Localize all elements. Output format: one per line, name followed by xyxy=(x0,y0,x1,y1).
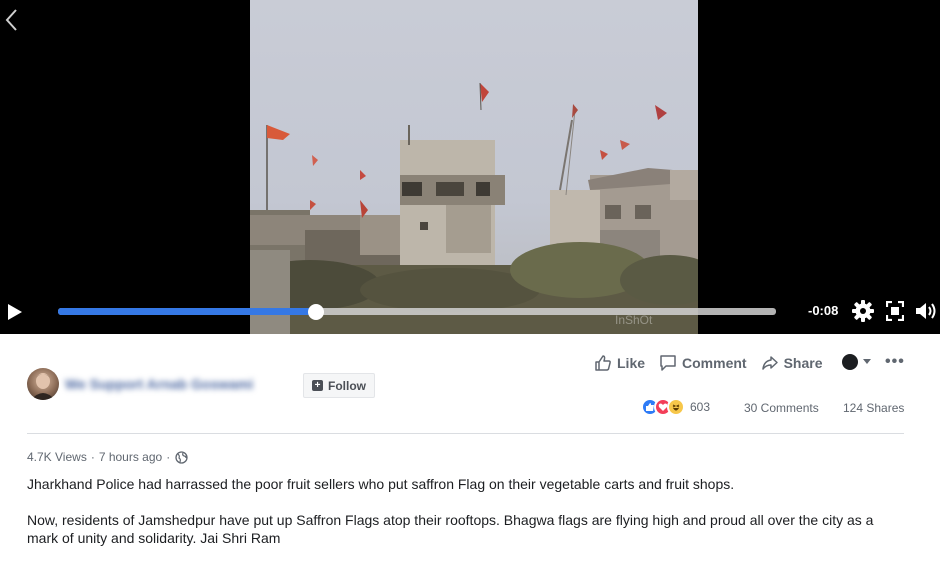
view-count: 4.7K Views xyxy=(27,450,87,464)
share-label: Share xyxy=(783,355,823,371)
shares-count-link[interactable]: 124 Shares xyxy=(843,401,904,415)
like-button[interactable]: Like xyxy=(594,354,645,372)
comment-button[interactable]: Comment xyxy=(659,354,747,372)
post-meta: 4.7K Views · 7 hours ago · xyxy=(27,450,188,464)
comment-label: Comment xyxy=(682,355,747,371)
more-options-icon[interactable]: ••• xyxy=(885,353,905,371)
video-player[interactable]: InShOt -0:08 xyxy=(0,0,940,334)
volume-icon[interactable] xyxy=(914,300,938,322)
progress-bar[interactable] xyxy=(58,304,776,320)
video-scene: InShOt xyxy=(250,82,698,334)
globe-icon[interactable] xyxy=(175,450,188,464)
plus-icon: + xyxy=(312,380,323,391)
chevron-down-icon xyxy=(863,359,871,364)
reactions-summary[interactable]: 603 xyxy=(641,398,710,416)
separator: · xyxy=(90,450,95,464)
haha-reaction-icon xyxy=(667,398,685,416)
avatar-small xyxy=(842,354,858,370)
reaction-count: 603 xyxy=(690,400,711,414)
page-name-link[interactable]: We Support Arnab Goswami xyxy=(65,376,253,392)
separator: · xyxy=(166,450,171,464)
comment-icon xyxy=(660,355,676,371)
progress-handle[interactable] xyxy=(308,304,325,320)
divider xyxy=(27,433,904,434)
post-text-paragraph: Now, residents of Jamshedpur have put up… xyxy=(27,512,874,546)
share-icon xyxy=(761,356,778,370)
fullscreen-icon[interactable] xyxy=(886,301,904,321)
video-frame: InShOt xyxy=(250,0,698,334)
page-avatar[interactable] xyxy=(27,368,59,400)
follow-label: Follow xyxy=(328,378,366,393)
post-text-paragraph: Jharkhand Police had harrassed the poor … xyxy=(27,476,735,492)
post-timestamp[interactable]: 7 hours ago xyxy=(99,450,162,464)
play-icon[interactable] xyxy=(6,302,24,322)
share-button[interactable]: Share xyxy=(761,354,823,372)
gear-icon[interactable] xyxy=(852,300,874,322)
progress-fill xyxy=(58,308,317,315)
like-icon xyxy=(595,355,611,371)
back-icon[interactable] xyxy=(2,6,24,34)
audience-selector[interactable] xyxy=(842,354,872,370)
video-controls: -0:08 xyxy=(0,290,940,334)
time-remaining: -0:08 xyxy=(808,303,839,318)
post-actions: Like Comment Share xyxy=(594,352,837,374)
follow-button[interactable]: + Follow xyxy=(303,373,375,398)
comments-count-link[interactable]: 30 Comments xyxy=(744,401,819,415)
like-label: Like xyxy=(617,355,646,371)
